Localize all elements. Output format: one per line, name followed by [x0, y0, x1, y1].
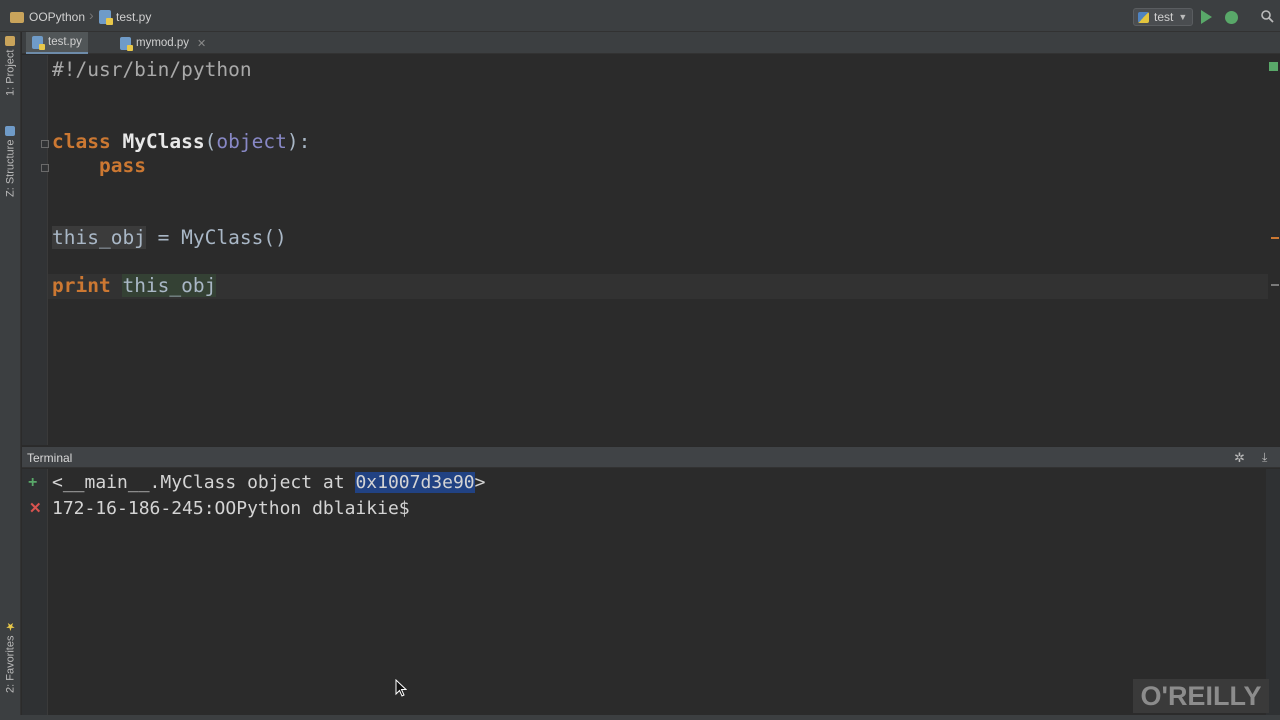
base-class: object	[216, 130, 287, 153]
terminal-title: Terminal	[27, 451, 73, 465]
variable-this-obj-usage: this_obj	[122, 274, 217, 297]
python-file-icon	[120, 36, 133, 51]
code-line-assign: this_obj = MyClass()	[52, 226, 287, 250]
code-line-pass: pass	[52, 154, 146, 178]
tab-label: mymod.py	[136, 37, 190, 49]
star-icon: ★	[5, 620, 17, 633]
fold-icon[interactable]	[41, 164, 49, 172]
run-configuration-select[interactable]: test ▼	[1133, 8, 1193, 26]
navigation-bar: OOPython › test.py test ▼	[0, 0, 1280, 32]
class-keyword: class	[52, 130, 111, 153]
inspection-ok-icon[interactable]	[1269, 62, 1278, 71]
editor-tabs: test.py mymod.py ✕	[22, 32, 1280, 54]
tab-project[interactable]: 1: Project	[2, 36, 19, 114]
terminal-prompt-line: 172-16-186-245:OOPython dblaikie$	[52, 497, 410, 521]
code-editor[interactable]: #!/usr/bin/python class MyClass(object):…	[22, 55, 1280, 445]
warning-marker[interactable]	[1271, 237, 1279, 239]
print-keyword: print	[52, 274, 111, 297]
left-tool-strip: 1: Project Z: Structure 2: Favorites ★	[0, 32, 21, 715]
gutter-divider	[47, 55, 48, 445]
tab-favorites[interactable]: 2: Favorites ★	[2, 620, 19, 704]
new-session-icon[interactable]: +	[28, 474, 37, 492]
terminal-header: Terminal ✲ ⤓	[22, 446, 1280, 468]
code-line-print: print this_obj	[52, 274, 217, 298]
breadcrumb-project[interactable]: OOPython	[10, 8, 85, 26]
structure-icon	[5, 126, 16, 136]
code-line-class: class MyClass(object):	[52, 130, 310, 154]
breadcrumb-project-label: OOPython	[29, 10, 86, 24]
debug-icon[interactable]	[1225, 11, 1238, 24]
tab-mymod-py[interactable]: mymod.py ✕	[114, 32, 212, 54]
close-session-icon[interactable]: ✕	[29, 499, 42, 517]
run-configuration-label: test	[1154, 10, 1174, 24]
breadcrumb-separator: ›	[89, 7, 94, 23]
folder-icon	[10, 11, 24, 23]
oreilly-watermark: O'REILLY	[1133, 679, 1269, 713]
paren-open: (	[204, 130, 217, 153]
assign-expression: = MyClass()	[145, 226, 287, 249]
status-bar	[0, 715, 1280, 720]
fold-icon[interactable]	[41, 140, 49, 148]
run-icon[interactable]	[1201, 10, 1212, 24]
editor-gutter	[22, 55, 47, 445]
class-name: MyClass	[122, 130, 205, 153]
tab-test-py[interactable]: test.py	[26, 32, 88, 54]
close-icon[interactable]: ✕	[197, 37, 206, 50]
paren-close: ):	[286, 130, 311, 153]
terminal-panel[interactable]: + ✕ <__main__.MyClass object at 0x1007d3…	[22, 469, 1280, 715]
tab-structure-label: Z: Structure	[4, 140, 17, 198]
python-file-icon	[99, 10, 113, 25]
project-icon	[5, 36, 16, 46]
shell-prompt: 172-16-186-245:OOPython dblaikie$	[52, 498, 410, 519]
terminal-output-line: <__main__.MyClass object at 0x1007d3e90>	[52, 471, 486, 495]
output-suffix: >	[474, 472, 486, 493]
selected-address: 0x1007d3e90	[355, 472, 475, 493]
tab-project-label: 1: Project	[4, 50, 17, 97]
variable-this-obj: this_obj	[52, 226, 146, 249]
tab-favorites-label: 2: Favorites	[4, 636, 17, 694]
tab-structure[interactable]: Z: Structure	[2, 126, 19, 210]
code-line-shebang: #!/usr/bin/python	[52, 58, 252, 82]
pass-keyword: pass	[98, 154, 146, 177]
breadcrumb-file-label: test.py	[116, 10, 152, 24]
tab-label: test.py	[48, 36, 82, 48]
mouse-cursor-icon	[395, 679, 407, 697]
python-file-icon	[32, 35, 45, 50]
search-icon[interactable]	[1261, 10, 1274, 23]
line-marker[interactable]	[1271, 284, 1279, 286]
shebang-text: #!/usr/bin/python	[52, 58, 252, 81]
hide-panel-icon[interactable]: ⤓	[1262, 450, 1267, 465]
current-line-highlight	[48, 274, 1268, 299]
breadcrumb-file[interactable]: test.py	[99, 8, 151, 26]
terminal-toolbar: + ✕	[22, 469, 48, 715]
chevron-down-icon: ▼	[1178, 12, 1188, 22]
output-prefix: <__main__.MyClass object at	[52, 472, 356, 493]
gear-icon[interactable]: ✲	[1234, 450, 1245, 466]
python-icon	[1138, 11, 1149, 23]
